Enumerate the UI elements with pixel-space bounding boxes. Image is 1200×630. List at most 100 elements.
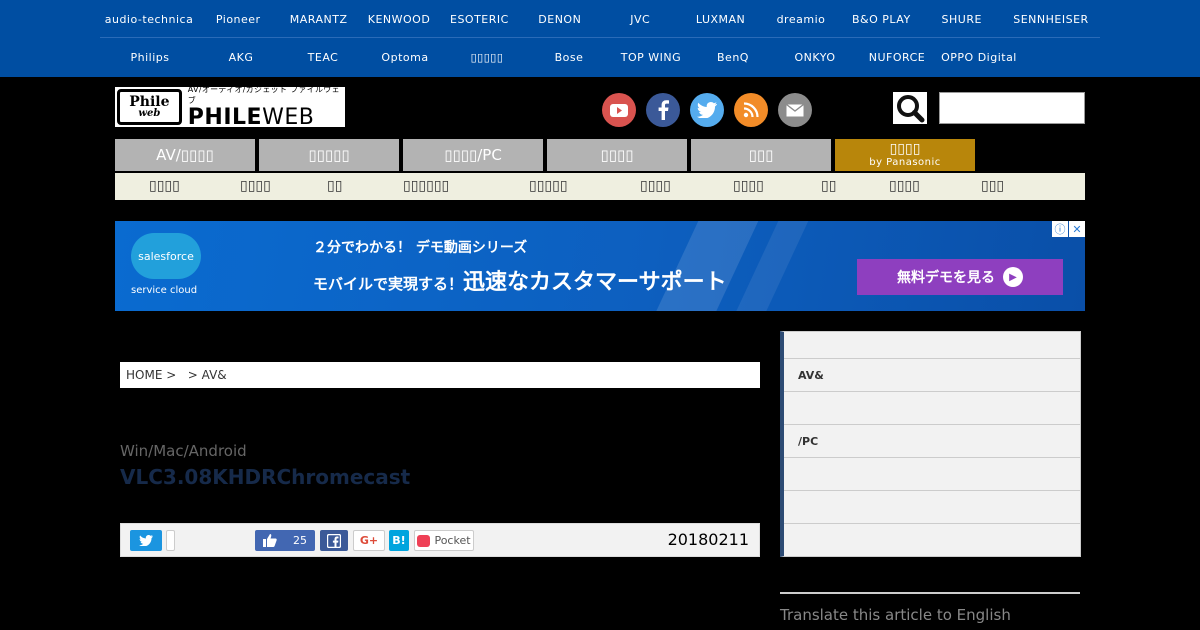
brand-link[interactable]: JVC	[600, 0, 680, 38]
sidebar-item[interactable]	[784, 491, 1081, 524]
sidebar-item[interactable]	[784, 458, 1081, 491]
sidebar-item[interactable]: /PC	[784, 425, 1081, 458]
article-subtitle: Win/Mac/Android	[120, 442, 247, 460]
brand-bar: audio-technica Pioneer MARANTZ KENWOOD E…	[0, 0, 1200, 77]
salesforce-sub: service cloud	[131, 285, 198, 296]
logo-badge: Phile web	[117, 89, 182, 125]
nav-tab[interactable]: AV/▯▯▯▯	[115, 139, 255, 171]
brand-link[interactable]: Philips	[100, 38, 200, 76]
ad-cta-button[interactable]: 無料デモを見る ▶	[857, 259, 1063, 295]
subnav-item[interactable]: ▯▯▯▯	[889, 173, 920, 200]
facebook-share-button[interactable]	[320, 530, 348, 551]
brand-link[interactable]: MARANTZ	[278, 0, 358, 38]
nav-tab[interactable]: ▯▯▯▯	[547, 139, 687, 171]
sidebar-item[interactable]	[784, 332, 1081, 359]
logo-wordmark: AV/オーディオ/ガジェット ファイルウェブ PHILEWEB	[188, 84, 345, 130]
logo-text-light: WEB	[262, 105, 315, 130]
ad-info-icon[interactable]: ⓘ	[1052, 221, 1068, 237]
brand-link[interactable]: KENWOOD	[359, 0, 439, 38]
logo-text-bold: PHILE	[187, 105, 263, 130]
subnav-item[interactable]: ▯▯▯▯	[640, 173, 671, 200]
rss-icon[interactable]	[734, 93, 768, 127]
sidebar-item[interactable]	[784, 524, 1081, 557]
twitter-icon[interactable]	[690, 93, 724, 127]
brand-row-2: Philips AKG TEAC Optoma ▯▯▯▯▯ Bose TOP W…	[100, 38, 1100, 76]
subnav-item[interactable]: ▯▯	[327, 173, 342, 200]
ad-banner[interactable]: salesforce service cloud ２分でわかる！ デモ動画シリー…	[115, 221, 1085, 311]
breadcrumb-separator: >	[166, 368, 177, 382]
subnav-item[interactable]: ▯▯▯▯▯▯	[403, 173, 449, 200]
like-count: 25	[293, 534, 307, 547]
nav-tab-panasonic-label: ▯▯▯▯	[889, 141, 921, 157]
divider	[780, 592, 1080, 594]
facebook-icon[interactable]	[646, 93, 680, 127]
brand-link[interactable]: audio-technica	[100, 0, 198, 38]
site-logo[interactable]: Phile web AV/オーディオ/ガジェット ファイルウェブ PHILEWE…	[115, 84, 345, 130]
ad-tagline: モバイルで実現する！迅速なカスタマーサポート	[313, 264, 727, 296]
breadcrumb-home[interactable]: HOME	[126, 368, 162, 382]
brand-link[interactable]: TEAC	[282, 38, 364, 76]
brand-link[interactable]: OPPO Digital	[938, 38, 1020, 76]
mail-icon[interactable]	[778, 93, 812, 127]
subnav-item[interactable]: ▯▯▯	[981, 173, 1004, 200]
nav-tab[interactable]: ▯▯▯	[691, 139, 831, 171]
subnav-item[interactable]: ▯▯	[821, 173, 836, 200]
salesforce-logo: salesforce	[131, 233, 201, 279]
pocket-label: Pocket	[434, 534, 471, 547]
logo-badge-bottom: web	[138, 108, 161, 119]
ad-tagline-small: モバイルで実現する！	[313, 275, 464, 293]
brand-link[interactable]: DENON	[520, 0, 600, 38]
pocket-button[interactable]: Pocket	[414, 530, 474, 551]
brand-link[interactable]: AKG	[200, 38, 282, 76]
brand-link[interactable]: Optoma	[364, 38, 446, 76]
tweet-button[interactable]	[130, 530, 162, 551]
pocket-icon	[417, 534, 431, 547]
subnav-item[interactable]: ▯▯▯▯	[733, 173, 764, 200]
tweet-count	[166, 530, 175, 551]
brand-link[interactable]: B&O PLAY	[841, 0, 921, 38]
logo-text: PHILEWEB	[188, 106, 345, 130]
logo-badge-top: Phile	[129, 94, 170, 110]
logo-tagline: AV/オーディオ/ガジェット ファイルウェブ	[187, 85, 340, 105]
brand-link[interactable]: SENNHEISER	[1002, 0, 1100, 38]
nav-tab[interactable]: ▯▯▯▯/PC	[403, 139, 543, 171]
hatena-bookmark-button[interactable]: B!	[389, 530, 409, 551]
breadcrumb: HOME > > AV&	[120, 362, 760, 388]
brand-link[interactable]: Pioneer	[198, 0, 278, 38]
nav-tab[interactable]: ▯▯▯▯▯	[259, 139, 399, 171]
search-icon[interactable]	[893, 92, 927, 124]
article-date: 20180211	[667, 530, 749, 549]
facebook-like-button[interactable]: 25	[255, 530, 315, 551]
brand-link[interactable]: LUXMAN	[680, 0, 760, 38]
play-icon: ▶	[1003, 267, 1023, 287]
brand-row-1: audio-technica Pioneer MARANTZ KENWOOD E…	[100, 0, 1100, 38]
breadcrumb-current[interactable]: AV&	[202, 368, 227, 382]
breadcrumb-separator: >	[187, 368, 198, 382]
facebook-icon	[327, 533, 341, 548]
brand-link[interactable]: SHURE	[922, 0, 1002, 38]
brand-link[interactable]: Bose	[528, 38, 610, 76]
sidebar-item[interactable]	[784, 392, 1081, 425]
ad-close-icon[interactable]: ✕	[1069, 221, 1085, 237]
share-bar: 25 G+ B! Pocket 20180211	[120, 523, 760, 557]
subnav-item[interactable]: ▯▯▯▯▯	[529, 173, 568, 200]
brand-link[interactable]: ▯▯▯▯▯	[446, 38, 528, 76]
sub-nav: ▯▯▯▯ ▯▯▯▯ ▯▯ ▯▯▯▯▯▯ ▯▯▯▯▯ ▯▯▯▯ ▯▯▯▯ ▯▯ ▯…	[115, 173, 1085, 200]
search-input[interactable]	[939, 92, 1085, 124]
brand-link[interactable]: TOP WING	[610, 38, 692, 76]
brand-link[interactable]: ESOTERIC	[439, 0, 519, 38]
brand-link[interactable]: NUFORCE	[856, 38, 938, 76]
sidebar-menu: AV& /PC	[780, 331, 1081, 557]
twitter-icon	[139, 535, 153, 546]
sidebar-item[interactable]: AV&	[784, 359, 1081, 392]
ad-tagline-big: 迅速なカスタマーサポート	[463, 270, 727, 295]
brand-link[interactable]: dreamio	[761, 0, 841, 38]
brand-link[interactable]: BenQ	[692, 38, 774, 76]
youtube-icon[interactable]	[602, 93, 636, 127]
brand-link[interactable]: ONKYO	[774, 38, 856, 76]
subnav-item[interactable]: ▯▯▯▯	[240, 173, 271, 200]
translate-link[interactable]: Translate this article to English	[780, 606, 1011, 624]
nav-tab-panasonic[interactable]: ▯▯▯▯ by Panasonic	[835, 139, 975, 171]
subnav-item[interactable]: ▯▯▯▯	[149, 173, 180, 200]
google-plus-button[interactable]: G+	[353, 530, 385, 551]
